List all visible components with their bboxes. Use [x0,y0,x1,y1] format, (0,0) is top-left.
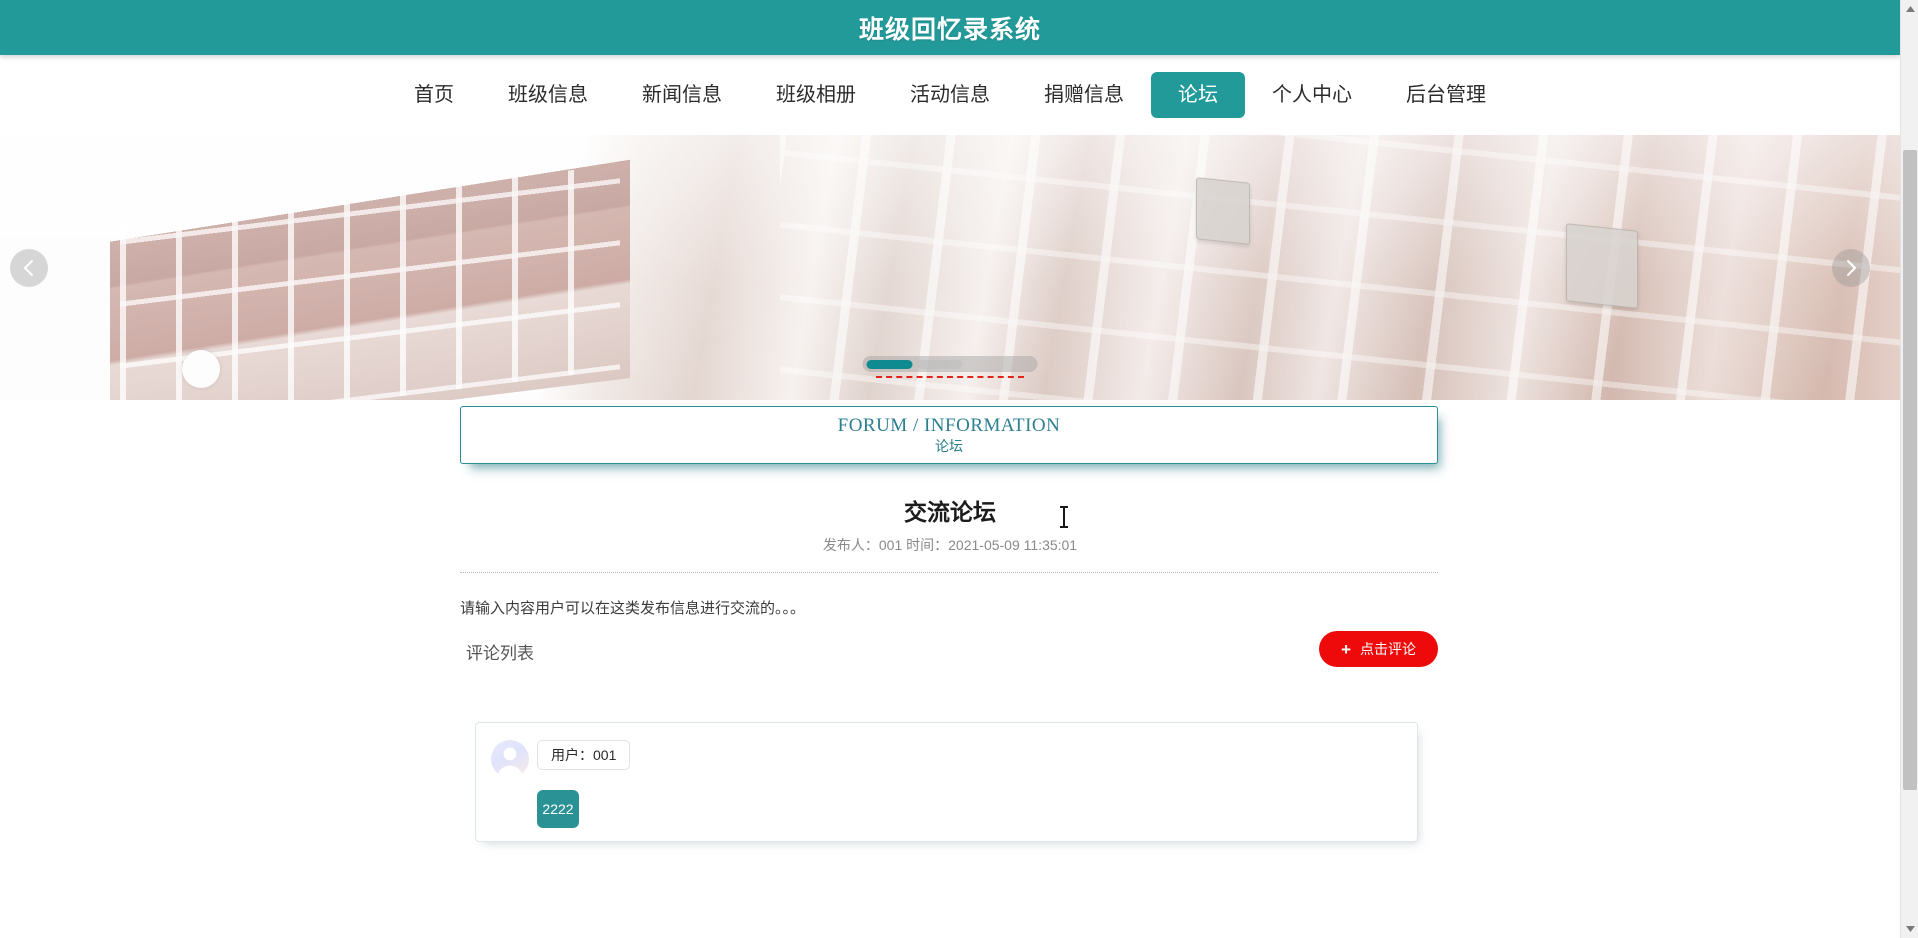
page-root: 班级回忆录系统 首页 班级信息 新闻信息 班级相册 活动信息 捐赠信息 论坛 个… [0,0,1918,938]
plus-icon: + [1341,641,1351,658]
comment-author-row: 用户：001 [491,740,630,778]
scrollbar-thumb[interactable] [1903,150,1917,790]
user-avatar-icon [491,740,529,778]
nav-item-news-info[interactable]: 新闻信息 [615,72,749,118]
nav-item-personal-center[interactable]: 个人中心 [1245,72,1379,118]
add-comment-button[interactable]: + 点击评论 [1319,631,1438,667]
carousel-slide-image-detail [1196,177,1250,245]
carousel-prev-button[interactable] [10,249,48,287]
comment-list: 用户：001 2222 [475,722,1418,842]
avatar [491,740,529,778]
site-header: 班级回忆录系统 [0,0,1900,55]
article-meta: 发布人：001 时间：2021-05-09 11:35:01 [0,535,1900,555]
section-banner-chinese: 论坛 [935,437,963,455]
main-content: FORUM / INFORMATION 论坛 交流论坛 发布人：001 时间：2… [0,400,1900,938]
carousel-indicator-dot[interactable] [867,360,913,369]
comments-header: 评论列表 + 点击评论 [460,631,1438,675]
nav-item-donation-info[interactable]: 捐赠信息 [1017,72,1151,118]
carousel-slide-image-detail [1566,223,1638,309]
list-item: 用户：001 2222 [491,740,630,828]
carousel-indicator-dot[interactable] [917,360,963,369]
add-comment-label: 点击评论 [1360,639,1416,659]
comment-user-label: 用户：001 [537,740,630,770]
nav-item-class-info[interactable]: 班级信息 [481,72,615,118]
nav-item-forum[interactable]: 论坛 [1151,72,1245,118]
nav-item-class-album[interactable]: 班级相册 [749,72,883,118]
chevron-left-icon [22,258,36,278]
section-banner-english: FORUM / INFORMATION [838,415,1061,437]
carousel-slide-image-detail [182,350,220,388]
text-cursor [1063,506,1065,528]
content-divider [460,572,1438,573]
section-banner: FORUM / INFORMATION 论坛 [460,406,1438,464]
article-body: 请输入内容用户可以在这类发布信息进行交流的。。。 [460,597,1438,621]
page-scrollbar[interactable] [1900,0,1918,938]
comments-section-title: 评论列表 [466,639,534,664]
article-title: 交流论坛 [0,493,1900,527]
nav-item-activity-info[interactable]: 活动信息 [883,72,1017,118]
nav-item-admin[interactable]: 后台管理 [1379,72,1513,118]
carousel-underline-marker [876,376,1024,378]
comment-content-bubble: 2222 [537,790,579,828]
carousel-indicators[interactable] [863,356,1038,372]
scroll-up-icon[interactable] [1901,0,1918,18]
main-navigation: 首页 班级信息 新闻信息 班级相册 活动信息 捐赠信息 论坛 个人中心 后台管理 [0,55,1900,135]
nav-list: 首页 班级信息 新闻信息 班级相册 活动信息 捐赠信息 论坛 个人中心 后台管理 [387,72,1513,118]
hero-carousel[interactable] [0,135,1900,400]
scroll-down-icon[interactable] [1901,920,1918,938]
chevron-right-icon [1844,258,1858,278]
nav-item-home[interactable]: 首页 [387,72,481,118]
page-title: 班级回忆录系统 [859,10,1041,46]
carousel-next-button[interactable] [1832,249,1870,287]
